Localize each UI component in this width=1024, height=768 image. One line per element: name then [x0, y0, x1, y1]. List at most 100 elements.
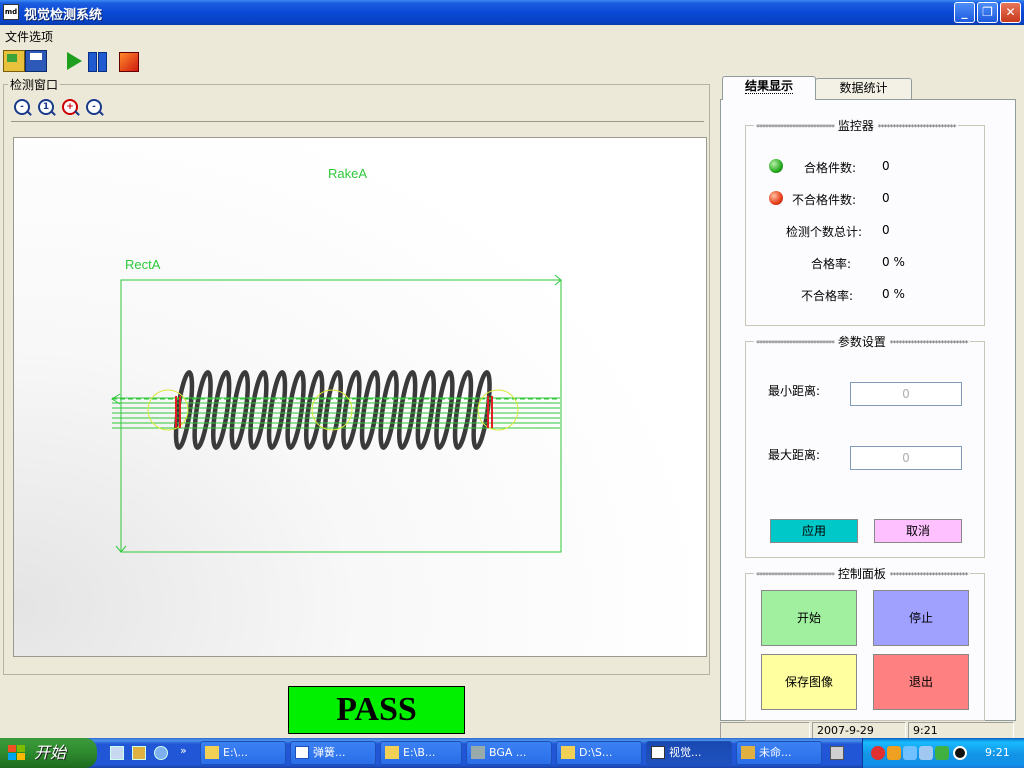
rect-a-label: RectA — [125, 257, 161, 272]
menu-bar: 文件选项 — [0, 25, 1024, 45]
legend-stars-right: ************************** — [889, 571, 969, 580]
task-explorer-e[interactable]: E:\... — [200, 741, 286, 765]
quicklaunch-doc-icon[interactable] — [110, 746, 124, 760]
params-legend: ************************** 参数设置 ********… — [754, 333, 970, 350]
minimize-button[interactable]: _ — [954, 2, 975, 23]
task-label: 视觉... — [669, 746, 702, 759]
app-icon: md — [3, 4, 19, 20]
start-button[interactable]: 开始 — [761, 590, 857, 646]
quicklaunch-more-icon[interactable]: » — [180, 744, 187, 757]
cancel-button[interactable]: 取消 — [874, 519, 962, 543]
save-disk-icon[interactable] — [25, 50, 47, 72]
min-distance-field[interactable]: 0 — [850, 382, 962, 406]
quicklaunch-ie-icon[interactable] — [154, 746, 168, 760]
folder-icon — [561, 746, 575, 759]
quicklaunch-paint-icon[interactable] — [132, 746, 146, 760]
tray-umbrella-icon[interactable] — [935, 746, 949, 760]
stop-button[interactable]: 停止 — [873, 590, 969, 646]
windows-logo-icon — [8, 745, 26, 761]
save-image-button[interactable]: 保存图像 — [761, 654, 857, 710]
task-vision-system[interactable]: 视觉... — [646, 741, 732, 765]
status-empty — [720, 722, 810, 739]
exit-button[interactable]: 退出 — [873, 654, 969, 710]
params-group: ************************** 参数设置 ********… — [745, 333, 985, 558]
status-date: 2007-9-29 — [812, 722, 906, 739]
play-icon[interactable] — [63, 50, 85, 72]
task-label: D:\S... — [579, 746, 613, 759]
control-legend: ************************** 控制面板 ********… — [754, 565, 970, 582]
params-legend-label: 参数设置 — [837, 335, 886, 349]
monitor-legend-label: 监控器 — [837, 119, 874, 133]
min-distance-label: 最小距离: — [768, 384, 821, 398]
legend-stars-right: ************************** — [889, 339, 969, 348]
total-count-value: 0 — [882, 223, 890, 237]
fail-rate-value: 0 % — [882, 287, 905, 301]
task-label: BGA ... — [489, 746, 527, 759]
monitor-group: ************************** 监控器 *********… — [745, 117, 985, 326]
view-divider — [11, 121, 704, 122]
task-label: 弹簧... — [313, 746, 346, 759]
task-bga[interactable]: BGA ... — [466, 741, 552, 765]
fail-rate-label: 不合格率: — [800, 289, 853, 303]
tray-volume-icon[interactable] — [953, 746, 967, 760]
status-bar: 2007-9-29 9:21 — [720, 722, 1016, 739]
status-time: 9:21 — [908, 722, 1014, 739]
legend-stars-left: ************************** — [756, 339, 835, 348]
tray-antivirus-icon[interactable] — [871, 746, 885, 760]
max-distance-field[interactable]: 0 — [850, 446, 962, 470]
zoom-fit-icon[interactable]: - — [86, 99, 102, 115]
pass-rate-value: 0 % — [882, 255, 905, 269]
tab-results[interactable]: 结果显示 — [722, 76, 816, 100]
task-label: 未命... — [759, 746, 792, 759]
task-word-spring[interactable]: 弹簧... — [290, 741, 376, 765]
zoom-actual-icon[interactable]: 1 — [38, 99, 54, 115]
fail-count-label: 不合格件数: — [791, 193, 856, 207]
detect-window-legend: 检测窗口 — [8, 76, 61, 93]
results-panel: ************************** 监控器 *********… — [720, 99, 1016, 721]
maximize-button[interactable]: ❐ — [977, 2, 998, 23]
folder-icon — [205, 746, 219, 759]
pass-count-value: 0 — [882, 159, 890, 173]
window-title: 视觉检测系统 — [24, 8, 103, 23]
apply-button[interactable]: 应用 — [770, 519, 858, 543]
app-icon — [651, 746, 665, 759]
open-folder-icon[interactable] — [3, 50, 25, 72]
keyboard-icon[interactable] — [830, 746, 844, 760]
task-explorer-ds[interactable]: D:\S... — [556, 741, 642, 765]
folder-icon — [385, 746, 399, 759]
task-label: E:\B... — [403, 746, 436, 759]
monitor-legend: ************************** 监控器 *********… — [754, 117, 958, 134]
tray-clock: 9:21 — [985, 746, 1010, 759]
pause-icon[interactable] — [86, 50, 108, 72]
control-legend-label: 控制面板 — [837, 567, 886, 581]
inspection-overlay — [14, 138, 706, 656]
tray-network-icon[interactable] — [919, 746, 933, 760]
result-indicator: PASS — [288, 686, 465, 734]
title-bar: md 视觉检测系统 _ ❐ ✕ — [0, 0, 1024, 25]
pass-led-icon — [769, 159, 783, 173]
task-explorer-eb[interactable]: E:\B... — [380, 741, 462, 765]
total-count-label: 检测个数总计: — [785, 225, 862, 239]
task-label: E:\... — [223, 746, 248, 759]
rake-a-label: RakeA — [328, 166, 368, 181]
start-button[interactable]: 开始 — [0, 738, 97, 768]
legend-stars-left: ************************** — [756, 123, 835, 132]
tab-results-label: 结果显示 — [744, 79, 793, 94]
taskbar: 开始 » E:\... 弹簧... E:\B... BGA ... D:\S..… — [0, 738, 1024, 768]
fail-count-value: 0 — [882, 191, 890, 205]
max-distance-label: 最大距离: — [768, 448, 821, 462]
menu-file-options[interactable]: 文件选项 — [5, 28, 53, 45]
word-doc-icon — [295, 746, 309, 759]
close-button[interactable]: ✕ — [1000, 2, 1021, 23]
legend-stars-left: ************************** — [756, 571, 835, 580]
zoom-in-icon[interactable]: + — [62, 99, 78, 115]
camera-view[interactable]: RakeA RectA — [13, 137, 707, 657]
legend-stars-right: ************************** — [877, 123, 957, 132]
tray-app-icon[interactable] — [887, 746, 901, 760]
task-untitled-paint[interactable]: 未命... — [736, 741, 822, 765]
start-label: 开始 — [34, 743, 67, 762]
zoom-out-icon[interactable]: - — [14, 99, 30, 115]
stop-icon[interactable] — [117, 50, 139, 72]
tray-users-icon[interactable] — [903, 746, 917, 760]
tab-statistics[interactable]: 数据统计 — [815, 78, 912, 99]
